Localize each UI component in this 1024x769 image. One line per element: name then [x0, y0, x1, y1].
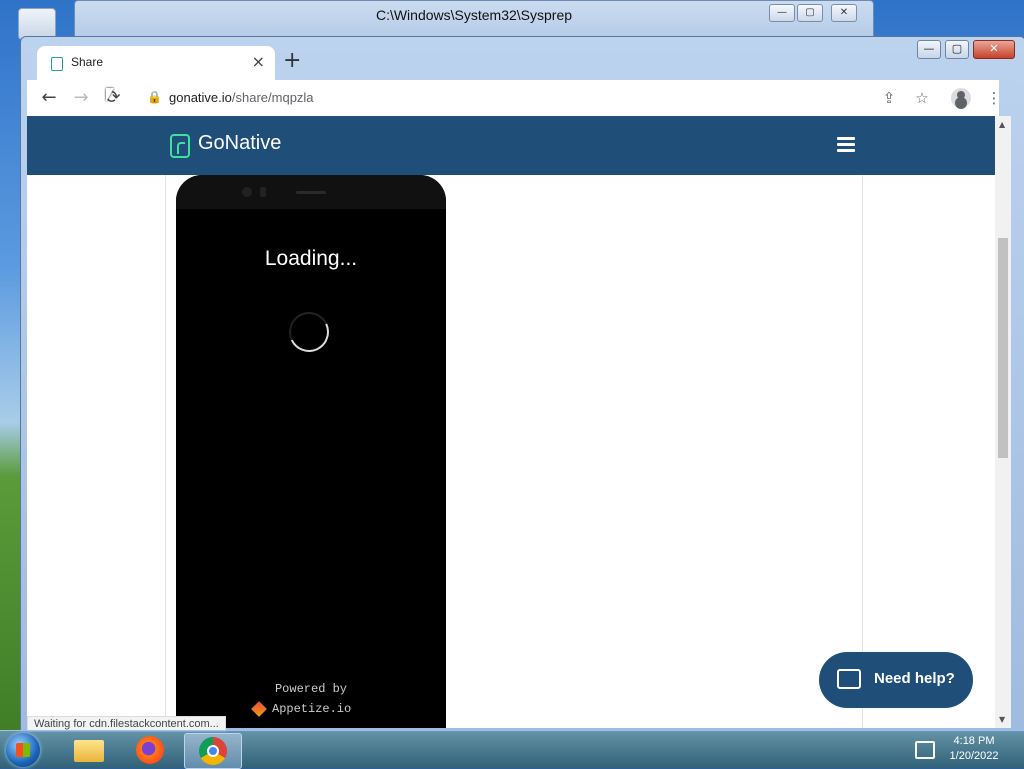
taskbar: 4:18 PM 1/20/2022	[0, 730, 1024, 769]
new-tab-button[interactable]: +	[283, 49, 301, 73]
scroll-up-arrow-icon[interactable]: ▲	[999, 120, 1005, 129]
system-clock[interactable]: 4:18 PM 1/20/2022	[940, 734, 1008, 764]
taskbar-firefox-button[interactable]	[124, 733, 180, 767]
tab-title: Share	[71, 55, 104, 69]
network-icon[interactable]	[915, 741, 935, 759]
phone-camera-icon	[242, 187, 252, 197]
forward-button[interactable]: →	[69, 86, 93, 110]
tab-close-icon[interactable]: ×	[252, 52, 265, 71]
bg-minimize-button[interactable]: —	[769, 4, 795, 22]
phone-sensor-icon	[260, 187, 266, 197]
bookmark-star-icon[interactable]: ☆	[910, 86, 934, 110]
phone-top-bezel	[176, 175, 446, 209]
chat-bubble-icon	[837, 669, 861, 689]
lock-icon[interactable]: 🔒	[147, 90, 162, 104]
bg-maximize-button[interactable]: ▢	[797, 4, 823, 22]
scroll-down-arrow-icon[interactable]: ▼	[999, 715, 1005, 724]
appetize-link[interactable]: Appetize.io	[251, 701, 352, 717]
brand-name[interactable]: GoNative	[198, 132, 281, 155]
phone-speaker	[296, 191, 326, 194]
browser-toolbar: ← → ⟳ 🔒 gonative.io/share/mqpzla ⇪ ☆ ⋮	[27, 80, 1002, 116]
windows-logo-icon	[16, 743, 30, 757]
clock-time: 4:18 PM	[953, 735, 995, 747]
address-bar[interactable]: 🔒 gonative.io/share/mqpzla	[143, 84, 863, 112]
chrome-icon	[199, 737, 227, 765]
taskbar-chrome-button[interactable]	[184, 733, 242, 769]
maximize-button[interactable]: ▢	[945, 40, 969, 59]
start-button[interactable]	[6, 733, 40, 767]
hamburger-menu-icon[interactable]	[837, 137, 855, 152]
need-help-button[interactable]: Need help?	[819, 652, 973, 708]
back-button[interactable]: ←	[37, 86, 61, 110]
url-text[interactable]: gonative.io/share/mqpzla	[169, 90, 314, 105]
clock-date: 1/20/2022	[949, 750, 999, 762]
powered-by-label: Powered by	[274, 682, 347, 696]
need-help-label: Need help?	[874, 670, 955, 687]
mouse-cursor-icon	[106, 88, 114, 102]
profile-avatar-icon[interactable]	[951, 88, 971, 108]
loading-text: Loading...	[264, 247, 358, 270]
bg-close-button[interactable]: ✕	[831, 4, 857, 22]
content-divider-left	[165, 175, 166, 728]
appetize-label: Appetize.io	[272, 702, 352, 717]
minimize-button[interactable]: —	[917, 40, 941, 59]
share-icon[interactable]: ⇪	[877, 86, 901, 110]
content-divider-right	[862, 175, 863, 728]
tab-favicon-icon	[51, 57, 63, 71]
gonative-logo-icon[interactable]	[170, 134, 190, 158]
site-navbar: GoNative	[27, 116, 999, 175]
folder-icon	[74, 740, 104, 762]
url-host: gonative.io	[169, 90, 232, 105]
page-viewport: GoNative Loading... Powered by Appetize.…	[27, 116, 999, 728]
scrollbar-thumb[interactable]	[998, 238, 1008, 458]
chrome-window: — ▢ ✕ Share × + ← → ⟳ 🔒 gonative.io/shar…	[20, 36, 1024, 732]
window-close-button[interactable]: ✕	[973, 40, 1015, 59]
phone-emulator[interactable]: Loading... Powered by Appetize.io	[176, 175, 446, 728]
url-path: /share/mqpzla	[231, 90, 314, 105]
tab-share[interactable]: Share ×	[37, 46, 275, 80]
page-scrollbar[interactable]: ▲ ▼	[995, 116, 1011, 728]
loading-spinner-icon	[283, 306, 335, 358]
taskbar-explorer-button[interactable]	[60, 733, 116, 767]
chrome-menu-icon[interactable]: ⋮	[982, 86, 1006, 110]
firefox-icon	[136, 736, 164, 764]
appetize-logo-icon	[251, 701, 267, 717]
background-window-title: C:\Windows\System32\Sysprep	[375, 7, 573, 23]
